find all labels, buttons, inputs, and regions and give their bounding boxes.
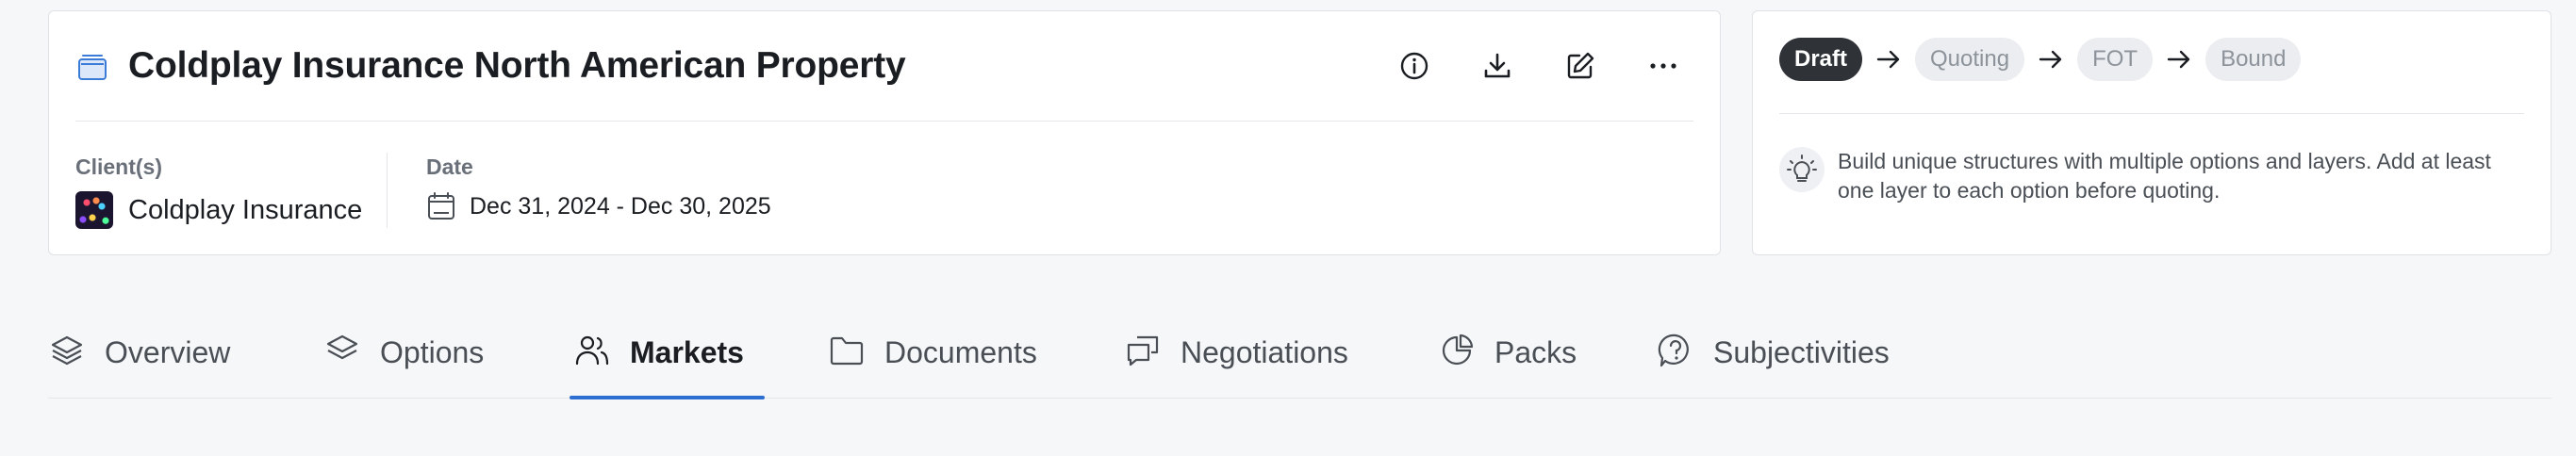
arrow-right-icon	[1875, 46, 1902, 73]
more-button[interactable]	[1633, 36, 1693, 96]
users-icon	[575, 335, 609, 366]
tab-label: Markets	[630, 335, 744, 369]
program-tabs: Overview Options Markets Documents Negot…	[48, 326, 2551, 399]
date-info: Date Dec 31, 2024 - Dec 30, 2025	[426, 155, 771, 221]
tab-label: Packs	[1494, 335, 1577, 369]
layers-icon	[51, 335, 83, 366]
chat-icon	[1127, 335, 1159, 366]
folder-icon	[830, 336, 864, 366]
program-icon	[75, 49, 109, 83]
status-hint: Build unique structures with multiple op…	[1779, 147, 2524, 205]
client-info: Client(s) Coldplay Insurance	[75, 155, 362, 229]
tab-options[interactable]: Options	[323, 326, 484, 398]
tab-documents[interactable]: Documents	[828, 326, 1037, 398]
edit-icon	[1567, 52, 1594, 79]
lightbulb-icon	[1779, 147, 1825, 192]
pie-chart-icon	[1442, 334, 1474, 366]
status-card: Draft Quoting FOT Bound Build unique str…	[1752, 10, 2551, 255]
status-divider	[1779, 113, 2524, 114]
client-avatar	[75, 191, 113, 229]
stack-icon	[326, 334, 358, 360]
more-icon	[1650, 63, 1676, 69]
hint-text: Build unique structures with multiple op…	[1838, 149, 2491, 203]
tab-negotiations[interactable]: Negotiations	[1124, 326, 1348, 398]
tab-subjectivities[interactable]: Subjectivities	[1657, 326, 1890, 398]
active-tab-indicator	[570, 396, 765, 399]
step-draft[interactable]: Draft	[1779, 38, 1863, 81]
meta-separator	[387, 153, 388, 228]
header-divider	[75, 121, 1693, 122]
tab-overview[interactable]: Overview	[48, 326, 230, 398]
tab-packs[interactable]: Packs	[1438, 326, 1577, 398]
client-name[interactable]: Coldplay Insurance	[128, 195, 362, 226]
header-actions	[1384, 36, 1693, 96]
step-fot[interactable]: FOT	[2077, 38, 2154, 81]
status-stepper: Draft Quoting FOT Bound	[1779, 38, 2302, 81]
tab-label: Documents	[884, 335, 1037, 369]
program-header-card: Coldplay Insurance North American Proper…	[48, 10, 1721, 255]
download-button[interactable]	[1467, 36, 1527, 96]
edit-button[interactable]	[1550, 36, 1610, 96]
calendar-icon	[428, 192, 454, 220]
download-icon	[1484, 53, 1511, 78]
date-label: Date	[426, 155, 473, 179]
client-label: Client(s)	[75, 155, 162, 179]
arrow-right-icon	[2166, 46, 2192, 73]
date-range: Dec 31, 2024 - Dec 30, 2025	[470, 192, 771, 220]
page-title: Coldplay Insurance North American Proper…	[128, 45, 906, 86]
tab-label: Negotiations	[1181, 335, 1348, 369]
step-bound[interactable]: Bound	[2205, 38, 2302, 81]
tab-label: Options	[380, 335, 485, 369]
question-bubble-icon	[1658, 334, 1689, 367]
tab-markets[interactable]: Markets	[573, 326, 744, 398]
info-icon	[1400, 52, 1428, 80]
arrow-right-icon	[2038, 46, 2064, 73]
tab-label: Subjectivities	[1713, 335, 1890, 369]
step-quoting[interactable]: Quoting	[1915, 38, 2025, 81]
tab-label: Overview	[105, 335, 231, 369]
info-button[interactable]	[1384, 36, 1445, 96]
